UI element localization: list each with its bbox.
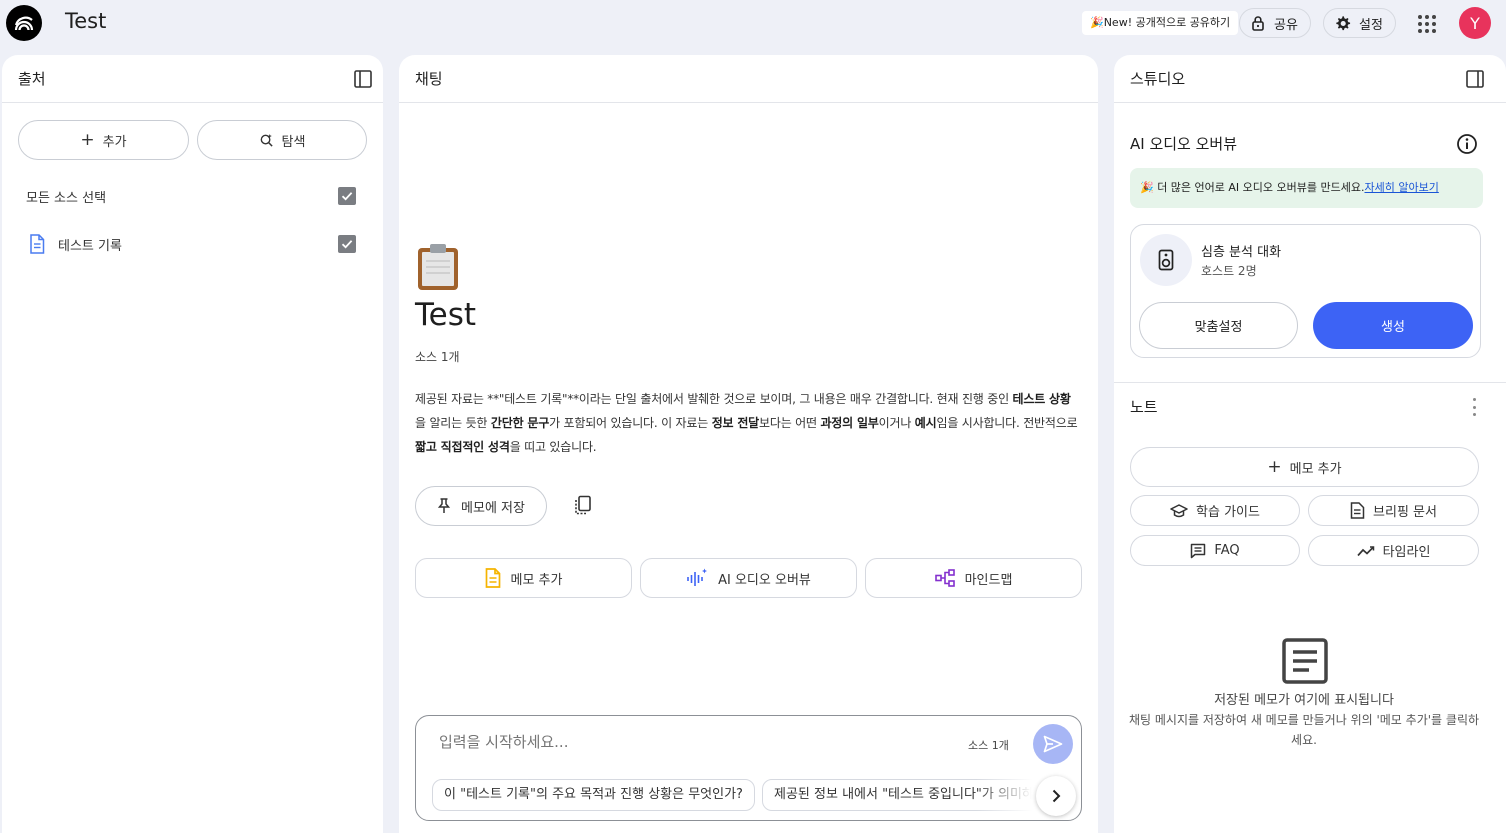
briefing-doc-label: 브리핑 문서: [1373, 505, 1437, 520]
speaker-icon: [1140, 234, 1192, 286]
top-bar: Test 🎉New! 공개적으로 공유하기 공유 설정 Y: [0, 0, 1506, 48]
collapse-panel-icon[interactable]: [1465, 69, 1485, 89]
plus-icon: +: [1267, 456, 1282, 477]
send-icon: [1043, 735, 1063, 753]
deep-dive-hosts: 호스트 2명: [1201, 264, 1257, 278]
gear-icon: [1336, 15, 1351, 30]
settings-button[interactable]: 설정: [1323, 8, 1396, 38]
faq-label: FAQ: [1214, 543, 1240, 558]
notebook-heading: Test: [415, 297, 477, 333]
plus-icon: +: [80, 129, 95, 150]
empty-notes-title: 저장된 메모가 여기에 표시됩니다: [1214, 693, 1394, 708]
audio-overview-action[interactable]: AI 오디오 오버뷰: [640, 558, 857, 598]
chevron-right-icon: [1052, 789, 1061, 803]
add-source-label: 추가: [102, 134, 127, 150]
info-icon[interactable]: [1456, 133, 1478, 155]
study-guide-label: 학습 가이드: [1196, 505, 1260, 520]
suggested-question[interactable]: 이 "테스트 기록"의 주요 목적과 진행 상황은 무엇인가?: [432, 779, 755, 811]
chat-input[interactable]: [439, 733, 939, 751]
add-note-action[interactable]: 메모 추가: [415, 558, 632, 598]
audio-wave-icon: [687, 568, 708, 586]
language-promo: 🎉 더 많은 언어로 AI 오디오 오버뷰를 만드세요.자세히 알아보기: [1130, 168, 1483, 208]
clipboard-icon: [418, 244, 458, 290]
deep-dive-card: 심층 분석 대화 호스트 2명 맞춤설정 생성: [1130, 224, 1481, 358]
add-note-button[interactable]: + 메모 추가: [1130, 447, 1479, 487]
sparkle-search-icon: [260, 133, 273, 147]
discover-sources-button[interactable]: 탐색: [197, 120, 367, 160]
document-icon: [30, 234, 45, 254]
pin-icon: [437, 498, 451, 513]
share-label: 공유: [1274, 17, 1298, 33]
customize-button[interactable]: 맞춤설정: [1139, 302, 1298, 349]
learn-more-link[interactable]: 자세히 알아보기: [1364, 181, 1438, 194]
source-count: 소스 1개: [415, 350, 460, 364]
briefing-doc-button[interactable]: 브리핑 문서: [1308, 495, 1479, 526]
notebooklm-logo-icon[interactable]: [6, 5, 42, 41]
chat-panel: 채팅 Test 소스 1개 제공된 자료는 **"테스트 기록"**이라는 단일…: [399, 55, 1098, 833]
mindmap-action[interactable]: 마인드맵: [865, 558, 1082, 598]
studio-panel: 스튜디오 AI 오디오 오버뷰 🎉 더 많은 언어로 AI 오디오 오버뷰를 만…: [1114, 55, 1506, 833]
timeline-icon: [1356, 545, 1374, 556]
notebook-summary: 제공된 자료는 **"테스트 기록"**이라는 단일 출처에서 발췌한 것으로 …: [415, 392, 1078, 454]
briefing-doc-icon: [1350, 502, 1365, 519]
public-share-promo[interactable]: 🎉New! 공개적으로 공유하기: [1082, 11, 1239, 35]
composer-source-count: 소스 1개: [968, 739, 1009, 752]
source-item-checkbox[interactable]: [338, 235, 356, 253]
lock-icon: [1252, 16, 1264, 31]
save-to-note-label: 메모에 저장: [461, 500, 525, 516]
mindmap-icon: [934, 569, 955, 587]
timeline-label: 타임라인: [1382, 545, 1431, 560]
discover-label: 탐색: [281, 134, 306, 150]
source-item-label: 테스트 기록: [58, 239, 122, 254]
copy-icon[interactable]: [573, 495, 593, 515]
study-guide-button[interactable]: 학습 가이드: [1130, 495, 1300, 526]
audio-overview-title: AI 오디오 오버뷰: [1130, 135, 1238, 153]
settings-label: 설정: [1359, 17, 1383, 33]
empty-notes-icon: [1282, 638, 1328, 684]
notes-title: 노트: [1130, 398, 1158, 416]
faq-icon: [1191, 543, 1206, 558]
generate-button[interactable]: 생성: [1313, 302, 1473, 349]
sources-title: 출처: [18, 70, 46, 88]
add-source-button[interactable]: + 추가: [18, 120, 189, 160]
add-note-action-label: 메모 추가: [510, 572, 563, 588]
timeline-button[interactable]: 타임라인: [1308, 535, 1479, 566]
next-suggestions-button[interactable]: [1036, 776, 1076, 816]
apps-grid-icon[interactable]: [1415, 12, 1439, 36]
mindmap-action-label: 마인드맵: [964, 572, 1013, 588]
faq-button[interactable]: FAQ: [1130, 535, 1300, 566]
chat-title: 채팅: [415, 70, 443, 88]
empty-notes-description: 채팅 메시지를 저장하여 새 메모를 만들거나 위의 '메모 추가'를 클릭하세…: [1128, 713, 1480, 747]
send-button[interactable]: [1033, 724, 1073, 764]
graduation-cap-icon: [1170, 503, 1188, 517]
deep-dive-title: 심층 분석 대화: [1201, 245, 1282, 260]
avatar[interactable]: Y: [1459, 7, 1491, 39]
note-icon: [485, 568, 500, 588]
share-button[interactable]: 공유: [1239, 8, 1311, 38]
add-note-label: 메모 추가: [1289, 461, 1342, 477]
select-all-label: 모든 소스 선택: [26, 191, 107, 206]
sources-panel: 출처 + 추가 탐색 모든 소스 선택 테스트 기록: [2, 55, 383, 833]
more-options-icon[interactable]: [1470, 398, 1478, 416]
chat-composer: 소스 1개 이 "테스트 기록"의 주요 목적과 진행 상황은 무엇인가? 제공…: [415, 715, 1082, 821]
audio-overview-action-label: AI 오디오 오버뷰: [718, 572, 811, 588]
collapse-panel-icon[interactable]: [353, 69, 373, 89]
notebook-title[interactable]: Test: [65, 9, 106, 33]
select-all-checkbox[interactable]: [338, 187, 356, 205]
section-divider: [1114, 382, 1506, 383]
save-to-note-button[interactable]: 메모에 저장: [415, 486, 547, 526]
studio-title: 스튜디오: [1130, 70, 1186, 88]
